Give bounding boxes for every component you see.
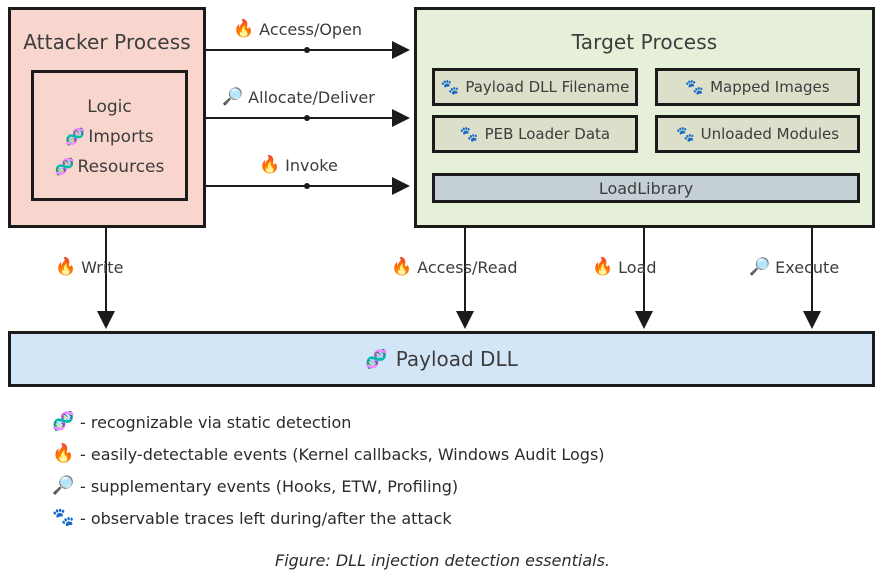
arrow-label-write: 🔥 Write bbox=[55, 259, 123, 276]
paw-prints-icon: 🐾 bbox=[440, 77, 460, 96]
arrow-label-access-open: 🔥 Access/Open bbox=[233, 21, 362, 38]
cell-label: Mapped Images bbox=[710, 78, 830, 96]
payload-dll-label: Payload DLL bbox=[395, 347, 518, 371]
cell-unloaded-modules: 🐾 Unloaded Modules bbox=[655, 115, 860, 153]
arrow-label-text: Access/Read bbox=[417, 257, 518, 277]
attacker-inner-lines: Logic 🧬 Imports 🧬 Resources bbox=[34, 93, 185, 182]
cell-payload-dll-filename: 🐾 Payload DLL Filename bbox=[432, 68, 638, 106]
fire-icon: 🔥 bbox=[259, 155, 281, 175]
attacker-process-inner-box: Logic 🧬 Imports 🧬 Resources bbox=[31, 70, 188, 201]
cell-peb-loader-data: 🐾 PEB Loader Data bbox=[432, 115, 638, 153]
arrow-label-text: Allocate/Deliver bbox=[248, 87, 375, 107]
attacker-process-title: Attacker Process bbox=[23, 30, 191, 54]
dna-icon: 🧬 bbox=[54, 157, 75, 176]
attacker-process-box: Attacker Process Logic 🧬 Imports 🧬 Resourc… bbox=[8, 7, 206, 228]
arrow-label-text: Write bbox=[81, 257, 124, 277]
arrow-invoke bbox=[206, 177, 410, 195]
cell-label: Unloaded Modules bbox=[700, 125, 840, 143]
legend-item-observable-traces: 🐾 - observable traces left during/after … bbox=[52, 502, 852, 534]
arrow-allocate-deliver bbox=[206, 109, 410, 127]
cell-label: Payload DLL Filename bbox=[465, 78, 630, 96]
arrow-label-allocate-deliver: 🔎 Allocate/Deliver bbox=[222, 89, 375, 106]
arrow-label-invoke: 🔥 Invoke bbox=[259, 157, 338, 174]
diagram-canvas: Attacker Process Logic 🧬 Imports 🧬 Resourc… bbox=[0, 0, 885, 585]
magnifying-glass-icon: 🔎 bbox=[52, 475, 75, 496]
legend-item-text: - easily-detectable events (Kernel callb… bbox=[80, 444, 605, 464]
dna-icon: 🧬 bbox=[365, 348, 388, 370]
attacker-inner-label-logic: Logic bbox=[87, 97, 132, 117]
arrow-label-text: Access/Open bbox=[259, 19, 363, 39]
legend: 🧬 - recognizable via static detection 🔥 … bbox=[52, 406, 852, 534]
fire-icon: 🔥 bbox=[55, 257, 77, 277]
target-process-box: Target Process 🐾 Payload DLL Filename 🐾 … bbox=[414, 7, 875, 228]
dna-icon: 🧬 bbox=[65, 127, 86, 146]
arrow-label-text: Invoke bbox=[285, 155, 338, 175]
figure-caption: Figure: DLL injection detection essentia… bbox=[274, 551, 611, 570]
loadlibrary-label: LoadLibrary bbox=[598, 178, 694, 198]
arrow-label-access-read: 🔥 Access/Read bbox=[391, 259, 518, 276]
legend-item-easily-detectable-events: 🔥 - easily-detectable events (Kernel cal… bbox=[52, 438, 852, 470]
payload-dll-box: 🧬 Payload DLL bbox=[8, 331, 875, 387]
magnifying-glass-icon: 🔎 bbox=[749, 257, 771, 277]
paw-prints-icon: 🐾 bbox=[675, 124, 695, 143]
attacker-inner-row-resources: 🧬 Resources bbox=[34, 152, 185, 182]
arrow-label-execute: 🔎 Execute bbox=[749, 259, 839, 276]
legend-item-text: - supplementary events (Hooks, ETW, Prof… bbox=[80, 476, 459, 496]
attacker-inner-row-logic: Logic bbox=[34, 93, 185, 122]
arrow-label-text: Execute bbox=[775, 257, 840, 277]
fire-icon: 🔥 bbox=[233, 19, 255, 39]
attacker-inner-label-imports: Imports bbox=[88, 127, 154, 147]
legend-item-static-detection: 🧬 - recognizable via static detection bbox=[52, 406, 852, 438]
fire-icon: 🔥 bbox=[391, 257, 413, 277]
paw-prints-icon: 🐾 bbox=[685, 77, 705, 96]
arrow-label-load: 🔥 Load bbox=[592, 259, 657, 276]
legend-item-supplementary-events: 🔎 - supplementary events (Hooks, ETW, Pr… bbox=[52, 470, 852, 502]
arrow-access-open bbox=[206, 41, 410, 59]
fire-icon: 🔥 bbox=[52, 443, 75, 464]
fire-icon: 🔥 bbox=[592, 257, 614, 277]
magnifying-glass-icon: 🔎 bbox=[222, 87, 244, 107]
legend-item-text: - observable traces left during/after th… bbox=[80, 508, 452, 528]
cell-label: PEB Loader Data bbox=[484, 125, 611, 143]
dna-icon: 🧬 bbox=[52, 411, 75, 432]
paw-prints-icon: 🐾 bbox=[459, 124, 479, 143]
legend-item-text: - recognizable via static detection bbox=[80, 412, 352, 432]
attacker-inner-row-imports: 🧬 Imports bbox=[34, 122, 185, 152]
arrow-label-text: Load bbox=[618, 257, 657, 277]
attacker-inner-label-resources: Resources bbox=[77, 157, 165, 177]
paw-prints-icon: 🐾 bbox=[52, 507, 75, 528]
target-process-title: Target Process bbox=[571, 30, 718, 54]
cell-mapped-images: 🐾 Mapped Images bbox=[655, 68, 860, 106]
cell-loadlibrary: LoadLibrary bbox=[432, 173, 860, 203]
